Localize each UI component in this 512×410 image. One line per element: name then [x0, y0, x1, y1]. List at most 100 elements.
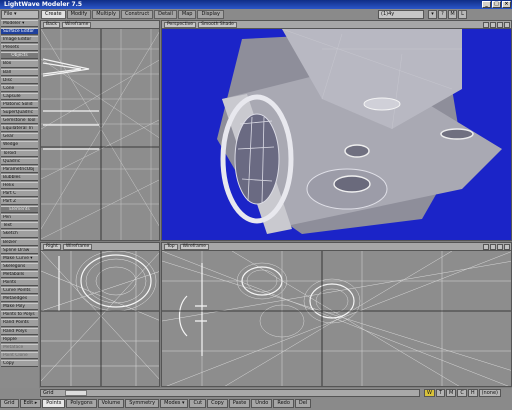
status-toggle-button[interactable]: M: [446, 389, 457, 397]
sidebar-tool-button[interactable]: Box: [1, 60, 38, 68]
dropdown-icon[interactable]: ▾: [428, 10, 437, 19]
mode-button[interactable]: Copy: [207, 399, 228, 408]
sidebar-tool-button[interactable]: Part Z: [1, 198, 38, 206]
viewport-right[interactable]: Right Wireframe: [40, 242, 160, 387]
viewport-view-select[interactable]: Back: [43, 21, 60, 28]
sidebar-tool-button[interactable]: Toroid: [1, 149, 38, 157]
tab-multiply[interactable]: Multiply: [92, 10, 120, 19]
sidebar-tool-button[interactable]: Metaface: [1, 343, 38, 351]
sidebar-tool-button[interactable]: Helix: [1, 181, 38, 189]
move-view-icon[interactable]: [483, 22, 489, 28]
mode-button[interactable]: Volume: [97, 399, 125, 408]
sidebar-tool-button[interactable]: Ball: [1, 68, 38, 76]
sidebar-tool-button[interactable]: Text: [1, 222, 38, 230]
sidebar-tool-button[interactable]: Surface Editor: [1, 28, 38, 36]
user-dropdown[interactable]: (1)4y: [378, 10, 424, 19]
file-menu-button[interactable]: File ▾: [1, 10, 39, 19]
move-view-icon[interactable]: [483, 244, 489, 250]
perspective-render: [162, 29, 511, 240]
sidebar-tool-button[interactable]: Bezier: [1, 238, 38, 246]
sidebar-tool-button[interactable]: Make Curve ▾: [1, 254, 38, 262]
sidebar-tool-button[interactable]: Modeler ▾: [1, 20, 38, 28]
sidebar-tool-button[interactable]: Equilateral Tri: [1, 125, 38, 133]
status-toggle-button[interactable]: W: [424, 389, 435, 397]
sidebar-tool-button[interactable]: SuperQuadric: [1, 109, 38, 117]
model-icon[interactable]: M: [448, 10, 457, 19]
window-title: LightWave Modeler 7.5: [4, 1, 83, 8]
sidebar-tool-button[interactable]: Gemstone Tool: [1, 117, 38, 125]
viewport-mode-select[interactable]: Wireframe: [61, 21, 92, 28]
mode-button[interactable]: Polygons: [66, 399, 97, 408]
sidebar-tool-button[interactable]: Part C: [1, 189, 38, 198]
sidebar-tool-button[interactable]: Curve Points: [1, 287, 38, 295]
viewport-view-select[interactable]: Perspective: [164, 21, 197, 28]
status-toggle-button[interactable]: (none): [478, 389, 501, 397]
mode-button[interactable]: Modes ▾: [160, 399, 189, 408]
sidebar-tool-button[interactable]: Point Clone: [1, 351, 38, 359]
sidebar-tool-button[interactable]: Points to Polys: [1, 311, 38, 319]
sidebar-tool-button[interactable]: Spline Draw: [1, 246, 38, 254]
tab-display[interactable]: Display: [197, 10, 224, 19]
mode-button[interactable]: Paste: [228, 399, 251, 408]
status-toggle-button[interactable]: T: [435, 389, 446, 397]
sidebar-tool-button[interactable]: Presets: [1, 44, 38, 52]
maximize-button[interactable]: □: [492, 1, 501, 8]
viewport-mode-select[interactable]: Smooth Shade: [198, 21, 237, 28]
tab-detail[interactable]: Detail: [154, 10, 177, 19]
minimize-button[interactable]: _: [482, 1, 491, 8]
sidebar-tool-button[interactable]: Image Editor: [1, 36, 38, 44]
sidebar-tool-button[interactable]: Wedge: [1, 141, 38, 149]
viewport-mode-select[interactable]: Wireframe: [62, 243, 93, 250]
sidebar-tool-button[interactable]: Quadric: [1, 157, 38, 165]
mode-button[interactable]: Undo: [251, 399, 273, 408]
sidebar-tool-button[interactable]: Metaedges: [1, 295, 38, 303]
tab-create[interactable]: Create: [41, 10, 66, 19]
mode-button[interactable]: Grid: [0, 399, 19, 408]
grid-value-field[interactable]: [65, 390, 87, 396]
mode-button[interactable]: Del: [294, 399, 312, 408]
mode-button[interactable]: Redo: [273, 399, 294, 408]
viewport-top[interactable]: Top Wireframe: [161, 242, 512, 387]
viewport-mode-select[interactable]: Wireframe: [179, 243, 210, 250]
tab-construct[interactable]: Construct: [120, 10, 154, 19]
sidebar-tool-button[interactable]: Capsule: [1, 92, 38, 100]
zoom-view-icon[interactable]: [497, 22, 503, 28]
sidebar-tool-button[interactable]: Ripple: [1, 335, 38, 343]
zoom-view-icon[interactable]: [497, 244, 503, 250]
rotate-view-icon[interactable]: [490, 22, 496, 28]
tab-map[interactable]: Map: [177, 10, 197, 19]
viewport-back[interactable]: Back Wireframe: [40, 20, 160, 241]
mode-button[interactable]: Edit ▸: [19, 399, 42, 408]
tab-modify[interactable]: Modify: [66, 10, 92, 19]
mode-button[interactable]: Cut: [189, 399, 207, 408]
viewport-perspective[interactable]: Perspective Smooth Shade: [161, 20, 512, 241]
viewport-view-select[interactable]: Top: [164, 243, 178, 250]
mode-button[interactable]: Symmetry: [125, 399, 160, 408]
sidebar-tool-button[interactable]: Rand Points: [1, 319, 38, 327]
maximize-view-icon[interactable]: [504, 244, 510, 250]
sidebar-tool-button[interactable]: Points: [1, 279, 38, 287]
sidebar-tool-button[interactable]: Gear: [1, 133, 38, 141]
sidebar-tool-button[interactable]: Make Poly: [1, 303, 38, 311]
status-toggle-button[interactable]: H: [467, 389, 478, 397]
sidebar-tool-button[interactable]: Cone: [1, 84, 38, 92]
sidebar-tool-button[interactable]: ParametricObj: [1, 165, 38, 173]
sidebar-tool-button[interactable]: Platonic Solid: [1, 100, 38, 109]
sidebar-tool-button[interactable]: Metaballs: [1, 270, 38, 278]
status-toggle-button[interactable]: C: [457, 389, 467, 397]
sidebar-tool-button[interactable]: Copy: [1, 359, 38, 368]
window-titlebar: LightWave Modeler 7.5 _ □ ×: [0, 0, 512, 9]
sidebar-tool-button[interactable]: Bubbles: [1, 173, 38, 181]
help-icon[interactable]: ?: [438, 10, 447, 19]
sidebar-tool-button[interactable]: Skelegons: [1, 262, 38, 270]
viewport-view-select[interactable]: Right: [43, 243, 61, 250]
sidebar-tool-button[interactable]: Rand Polys: [1, 327, 38, 335]
rotate-view-icon[interactable]: [490, 244, 496, 250]
sidebar-tool-button[interactable]: Pen: [1, 214, 38, 222]
sidebar-tool-button[interactable]: Sketch: [1, 230, 38, 238]
close-button[interactable]: ×: [502, 1, 511, 8]
mode-button[interactable]: Points: [42, 399, 66, 408]
layout-icon[interactable]: L: [458, 10, 467, 19]
maximize-view-icon[interactable]: [504, 22, 510, 28]
sidebar-tool-button[interactable]: Disc: [1, 76, 38, 84]
